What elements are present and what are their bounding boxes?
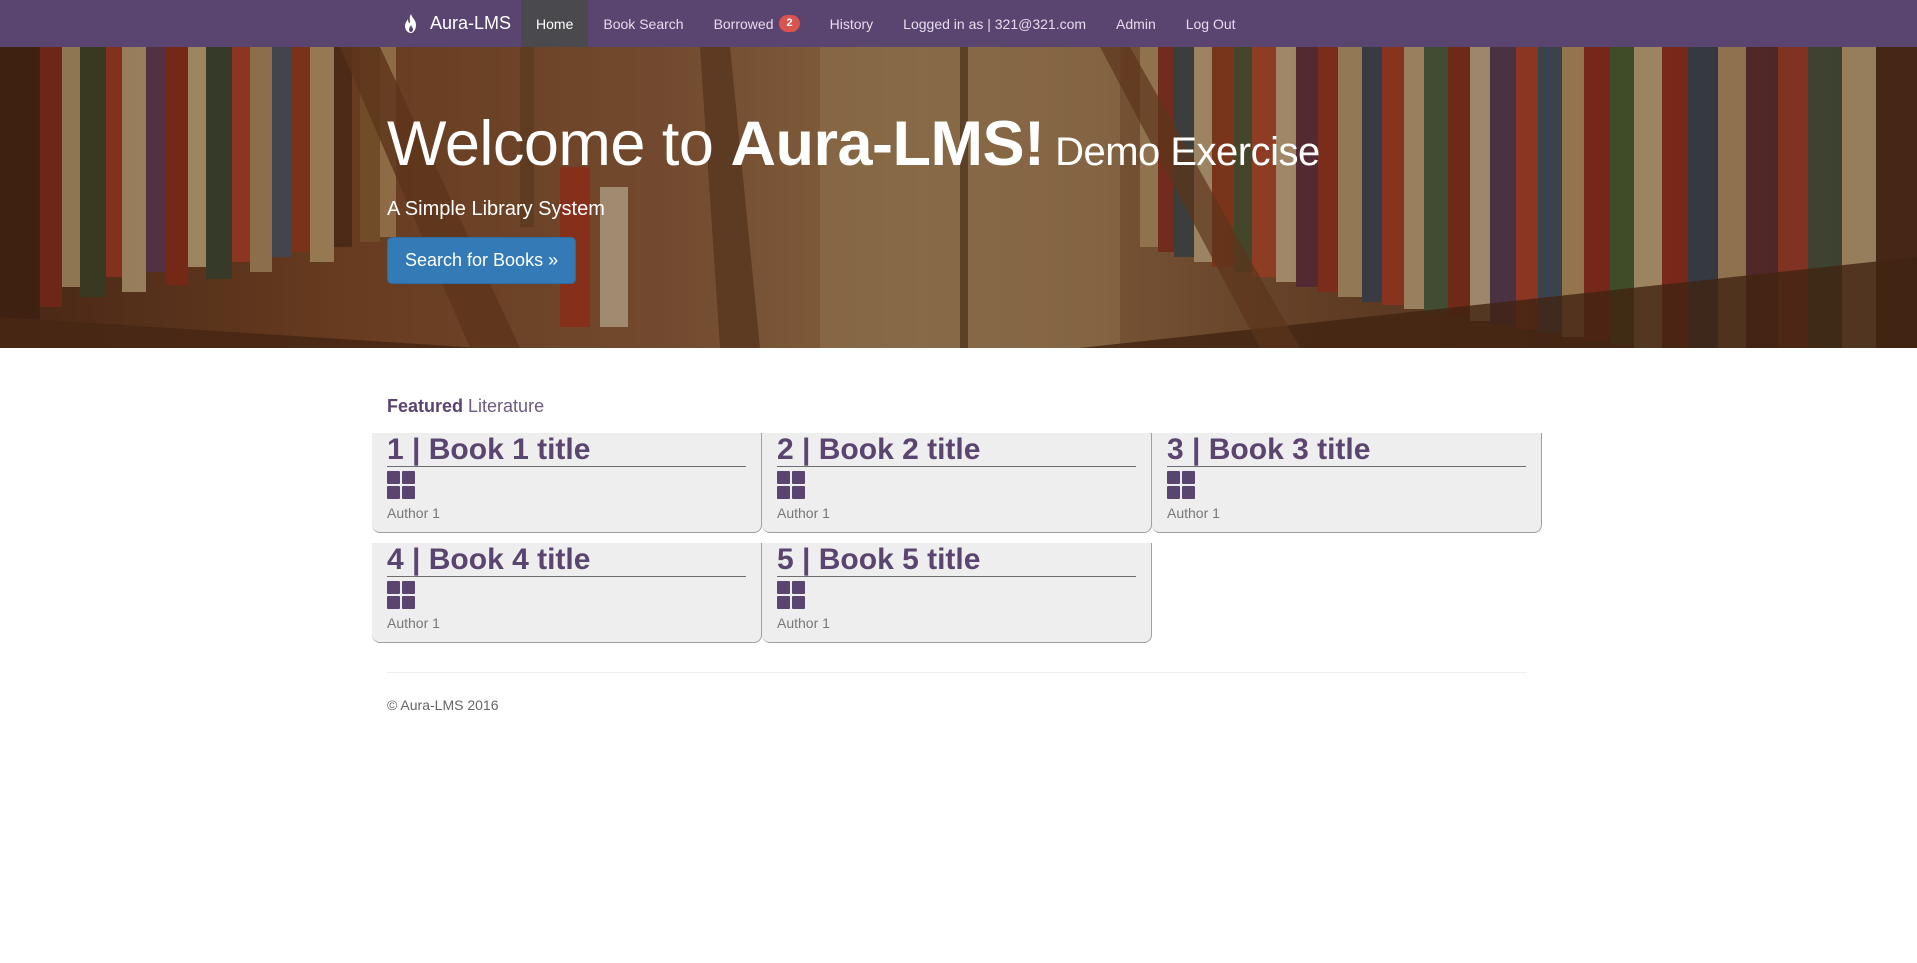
nav-logout-label: Log Out	[1185, 15, 1236, 32]
book-title[interactable]: 2 | Book 2 title	[777, 433, 1136, 467]
book-card[interactable]: 5 | Book 5 title Author 1	[762, 543, 1152, 643]
book-title[interactable]: 5 | Book 5 title	[777, 543, 1136, 577]
featured-heading: Featured Literature	[387, 396, 544, 417]
book-card[interactable]: 3 | Book 3 title Author 1	[1152, 433, 1542, 533]
grid-icon	[387, 471, 416, 500]
book-author: Author 1	[387, 615, 440, 631]
brand-name: Aura-LMS	[430, 13, 512, 33]
featured-heading-bold: Featured	[387, 396, 464, 416]
grid-icon	[1167, 471, 1196, 500]
nav-container: Aura-LMS Home Book Search Borrowed 2 His…	[386, 0, 1251, 47]
book-title[interactable]: 3 | Book 3 title	[1167, 433, 1526, 467]
nav-home-label: Home	[536, 15, 574, 32]
book-title[interactable]: 1 | Book 1 title	[387, 433, 746, 467]
nav-home[interactable]: Home	[521, 0, 589, 47]
book-author: Author 1	[777, 615, 830, 631]
book-author: Author 1	[387, 505, 440, 521]
nav-book-search[interactable]: Book Search	[588, 0, 698, 47]
nav-logged-in-user[interactable]: Logged in as | 321@321.com	[888, 0, 1101, 47]
grid-icon	[777, 471, 806, 500]
book-title[interactable]: 4 | Book 4 title	[387, 543, 746, 577]
hero-title-brand: Aura-LMS!	[730, 109, 1045, 179]
flame-icon	[405, 13, 416, 33]
nav-admin-label: Admin	[1116, 15, 1156, 32]
hero-title-light: Welcome to	[387, 109, 731, 179]
book-card[interactable]: 2 | Book 2 title Author 1	[762, 433, 1152, 533]
top-navbar: Aura-LMS Home Book Search Borrowed 2 His…	[0, 0, 1917, 47]
hero-subtitle: A Simple Library System	[387, 198, 605, 220]
nav-borrowed[interactable]: Borrowed 2	[699, 0, 815, 47]
nav-book-search-label: Book Search	[603, 15, 684, 32]
nav-history[interactable]: History	[815, 0, 889, 47]
nav-admin[interactable]: Admin	[1101, 0, 1171, 47]
footer-copyright: © Aura-LMS 2016	[387, 697, 499, 713]
grid-icon	[777, 581, 806, 610]
book-card[interactable]: 4 | Book 4 title Author 1	[372, 543, 762, 643]
hero-jumbotron: Welcome to Aura-LMS! Demo Exercise A Sim…	[0, 47, 1917, 348]
footer-divider	[387, 672, 1527, 673]
hero-title-suffix: Demo Exercise	[1044, 130, 1320, 174]
grid-icon	[387, 581, 416, 610]
nav-history-label: History	[829, 15, 874, 32]
nav-logged-in-label: Logged in as | 321@321.com	[903, 15, 1087, 32]
borrowed-count-badge: 2	[779, 15, 800, 32]
featured-heading-light: Literature	[463, 396, 545, 416]
book-author: Author 1	[1167, 505, 1220, 521]
brand-link[interactable]: Aura-LMS	[386, 0, 521, 47]
search-for-books-button[interactable]: Search for Books »	[387, 237, 577, 284]
nav-borrowed-label: Borrowed	[713, 15, 774, 32]
hero-content: Welcome to Aura-LMS! Demo Exercise A Sim…	[387, 113, 1320, 284]
hero-title: Welcome to Aura-LMS! Demo Exercise	[387, 113, 1320, 176]
book-author: Author 1	[777, 505, 830, 521]
nav-logout[interactable]: Log Out	[1171, 0, 1251, 47]
book-card[interactable]: 1 | Book 1 title Author 1	[372, 433, 762, 533]
